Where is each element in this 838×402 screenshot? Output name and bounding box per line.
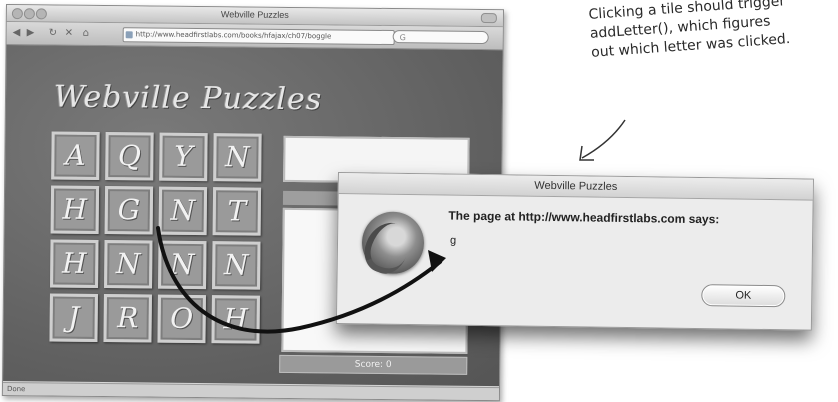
annotation-arrow bbox=[581, 119, 626, 159]
arrows-overlay bbox=[156, 119, 626, 334]
tile-to-dialog-arrow bbox=[156, 226, 442, 334]
